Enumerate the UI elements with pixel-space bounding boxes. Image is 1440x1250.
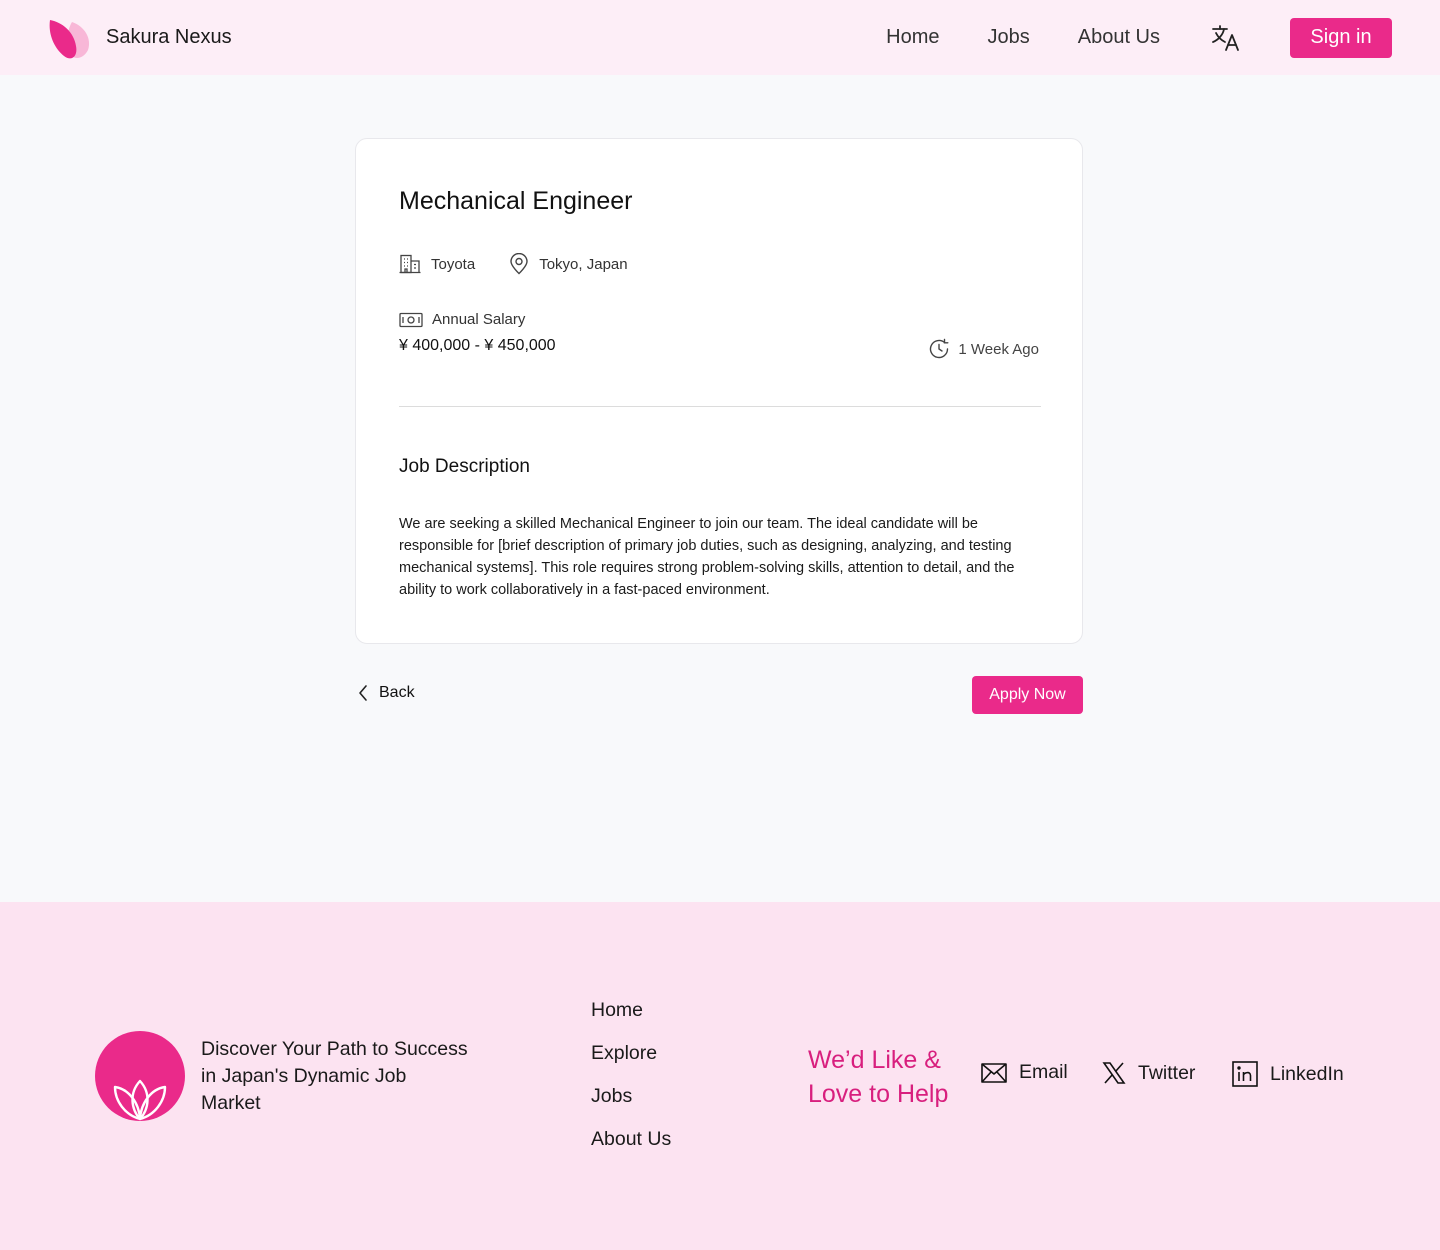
salary-block: Annual Salary ¥ 400,000 - ¥ 450,000 xyxy=(399,311,556,355)
footer-nav: Home Explore Jobs About Us xyxy=(591,999,671,1171)
divider xyxy=(399,406,1041,407)
nav-about-us[interactable]: About Us xyxy=(1078,26,1160,49)
contact-email[interactable]: Email xyxy=(981,1061,1068,1084)
apply-now-button[interactable]: Apply Now xyxy=(972,676,1083,714)
back-button[interactable]: Back xyxy=(357,684,415,702)
cash-icon xyxy=(399,312,423,327)
brand-name: Sakura Nexus xyxy=(106,26,232,48)
footer-link-about-us[interactable]: About Us xyxy=(591,1128,671,1171)
mail-icon xyxy=(981,1062,1007,1083)
posted-time-text: 1 Week Ago xyxy=(958,340,1039,358)
sign-in-button[interactable]: Sign in xyxy=(1290,17,1392,58)
footer-link-home[interactable]: Home xyxy=(591,999,671,1042)
job-description: We are seeking a skilled Mechanical Engi… xyxy=(399,516,1015,598)
contact-email-label: Email xyxy=(1019,1061,1068,1083)
contact-twitter[interactable]: Twitter xyxy=(1102,1061,1195,1085)
translate-icon xyxy=(1212,24,1239,51)
location-info: Tokyo, Japan xyxy=(509,253,628,275)
description-heading: Job Description xyxy=(399,456,530,477)
company-name: Toyota xyxy=(431,255,476,273)
help-message: We’d Like & Love to Help xyxy=(808,1046,949,1108)
job-meta: Toyota Tokyo, Japan xyxy=(399,253,662,275)
building-icon xyxy=(399,254,421,274)
sakura-emblem-icon xyxy=(95,1031,185,1121)
job-location: Tokyo, Japan xyxy=(539,255,628,273)
salary-label: Annual Salary xyxy=(399,311,556,328)
clock-history-icon xyxy=(930,338,949,359)
top-navbar: Sakura Nexus Home Jobs About Us Sign in xyxy=(0,0,1440,75)
chevron-left-icon xyxy=(359,685,367,701)
salary-range: ¥ 400,000 - ¥ 450,000 xyxy=(399,337,556,354)
contact-twitter-label: Twitter xyxy=(1138,1061,1196,1084)
salary-label-text: Annual Salary xyxy=(432,311,526,328)
contact-linkedin-label: LinkedIn xyxy=(1270,1062,1344,1085)
footer-link-explore[interactable]: Explore xyxy=(591,1042,671,1085)
posted-time: 1 Week Ago xyxy=(928,338,1039,360)
x-twitter-icon xyxy=(1102,1062,1126,1084)
main-nav: Home Jobs About Us Sign in xyxy=(886,17,1392,58)
brand[interactable]: Sakura Nexus xyxy=(48,16,232,60)
footer: Discover Your Path to Success in Japan's… xyxy=(0,902,1440,1250)
location-pin-icon xyxy=(510,253,528,275)
back-label: Back xyxy=(379,684,415,701)
linkedin-icon xyxy=(1232,1061,1258,1087)
job-detail-card: Mechanical Engineer Toyota Tokyo, Japan xyxy=(355,138,1083,644)
nav-jobs[interactable]: Jobs xyxy=(987,26,1029,49)
nav-home[interactable]: Home xyxy=(886,26,939,49)
language-button[interactable] xyxy=(1210,22,1242,54)
sakura-logo-icon xyxy=(49,19,90,58)
footer-tagline: Discover Your Path to Success in Japan's… xyxy=(201,1038,468,1114)
footer-link-jobs[interactable]: Jobs xyxy=(591,1085,671,1128)
contact-linkedin[interactable]: LinkedIn xyxy=(1232,1061,1344,1087)
job-title: Mechanical Engineer xyxy=(399,187,633,215)
company-info: Toyota xyxy=(399,254,475,274)
